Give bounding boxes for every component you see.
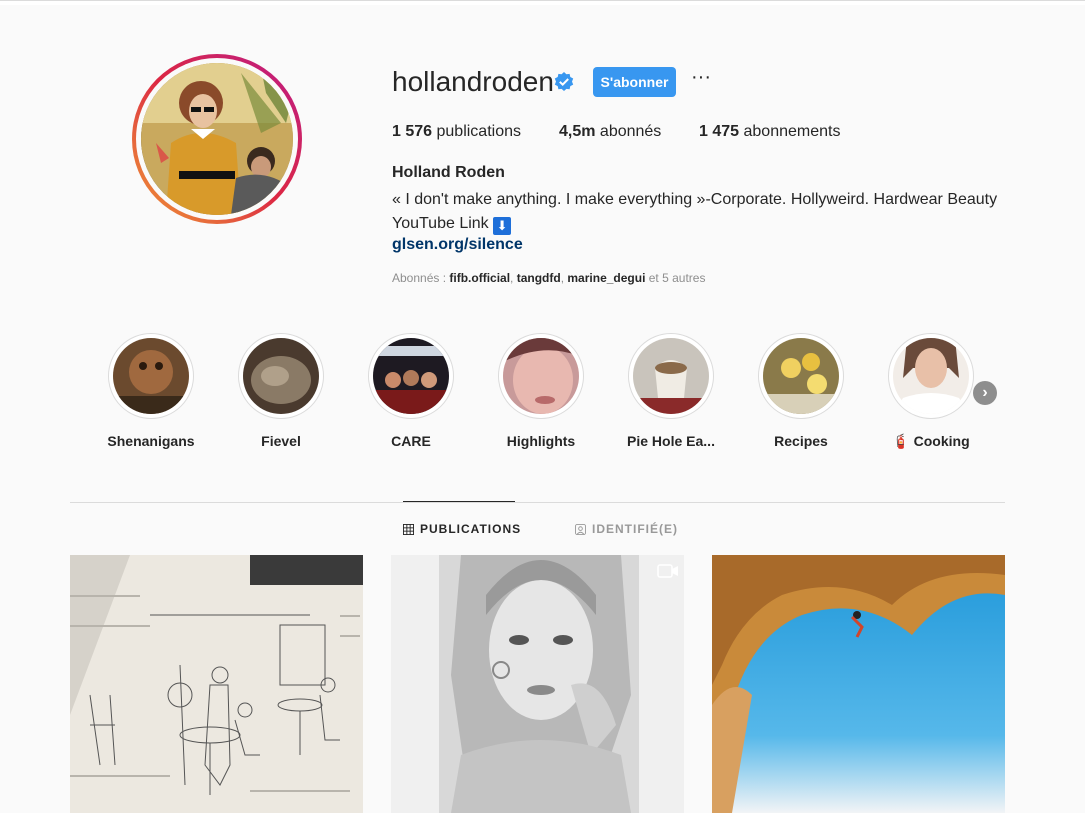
highlight-cover — [893, 338, 969, 414]
highlight-highlights[interactable]: Highlights — [481, 333, 601, 449]
highlight-recipes[interactable]: Recipes — [741, 333, 861, 449]
top-border — [0, 0, 1085, 5]
posts-count: 1 576 publications — [392, 123, 521, 141]
highlight-label: Shenanigans — [107, 433, 195, 449]
followed-by-user[interactable]: fifb.official — [449, 271, 510, 285]
highlight-label: 🧯 Cooking — [892, 433, 970, 449]
highlight-cover — [113, 338, 189, 414]
highlight-care[interactable]: CARE — [351, 333, 471, 449]
highlight-pie-hole[interactable]: Pie Hole Ea... — [611, 333, 731, 449]
bio-youtube-text: YouTube Link — [392, 215, 494, 232]
bio-line-2: YouTube Link ⬇ — [392, 212, 1032, 236]
down-arrow-icon: ⬇ — [493, 217, 512, 235]
post-thumbnail[interactable] — [70, 555, 363, 813]
profile-username: hollandroden — [392, 66, 554, 97]
profile-full-name: Holland Roden — [392, 164, 505, 181]
posts-count-value: 1 576 — [392, 123, 433, 140]
highlight-label: Highlights — [506, 433, 576, 449]
following-count-label: abonnements — [739, 123, 841, 140]
posts-count-label: publications — [432, 123, 521, 140]
followers-count[interactable]: 4,5m abonnés — [559, 123, 661, 141]
followers-count-value: 4,5m — [559, 123, 596, 140]
followed-by: Abonnés : fifb.official, tangdfd, marine… — [392, 271, 705, 285]
avatar-image — [141, 63, 293, 215]
followed-by-prefix: Abonnés : — [392, 271, 450, 285]
followed-by-more[interactable]: et 5 autres — [645, 271, 706, 285]
highlight-label: Fievel — [261, 433, 301, 449]
more-options-button[interactable]: ··· — [688, 67, 714, 92]
highlight-fievel[interactable]: Fievel — [221, 333, 341, 449]
post-thumbnail[interactable] — [712, 555, 1005, 813]
profile-avatar[interactable] — [132, 54, 302, 224]
highlight-cover — [503, 338, 579, 414]
tab-tagged[interactable]: IDENTIFIÉ(E) — [575, 522, 678, 536]
post-thumbnail[interactable] — [391, 555, 684, 813]
highlight-label: CARE — [391, 433, 431, 449]
highlight-cover — [633, 338, 709, 414]
verified-badge-icon — [554, 72, 574, 91]
bio-line-1: « I don't make anything. I make everythi… — [392, 191, 998, 208]
profile-bio: « I don't make anything. I make everythi… — [392, 188, 1032, 236]
highlight-shenanigans[interactable]: Shenanigans — [91, 333, 211, 449]
tab-publications[interactable]: PUBLICATIONS — [403, 522, 521, 536]
highlight-label: Recipes — [774, 433, 828, 449]
grid-icon — [403, 523, 414, 535]
highlight-cover — [243, 338, 319, 414]
followed-by-user[interactable]: tangdfd — [517, 271, 561, 285]
highlight-label: Pie Hole Ea... — [627, 433, 715, 449]
followers-count-label: abonnés — [595, 123, 662, 140]
follow-button[interactable]: S'abonner — [593, 67, 676, 97]
tabs-divider — [70, 502, 1005, 503]
tagged-icon — [575, 523, 586, 535]
highlights-next-button[interactable]: › — [973, 381, 997, 405]
video-icon — [657, 564, 678, 578]
tab-publications-label: PUBLICATIONS — [420, 522, 522, 536]
highlight-cover — [763, 338, 839, 414]
followed-by-user[interactable]: marine_degui — [567, 271, 645, 285]
following-count[interactable]: 1 475 abonnements — [699, 123, 840, 141]
followed-by-separator: , — [510, 271, 517, 285]
profile-website-link[interactable]: glsen.org/silence — [392, 236, 523, 254]
highlight-cover — [373, 338, 449, 414]
following-count-value: 1 475 — [699, 123, 740, 140]
tab-tagged-label: IDENTIFIÉ(E) — [592, 522, 678, 536]
active-tab-indicator — [403, 501, 515, 502]
